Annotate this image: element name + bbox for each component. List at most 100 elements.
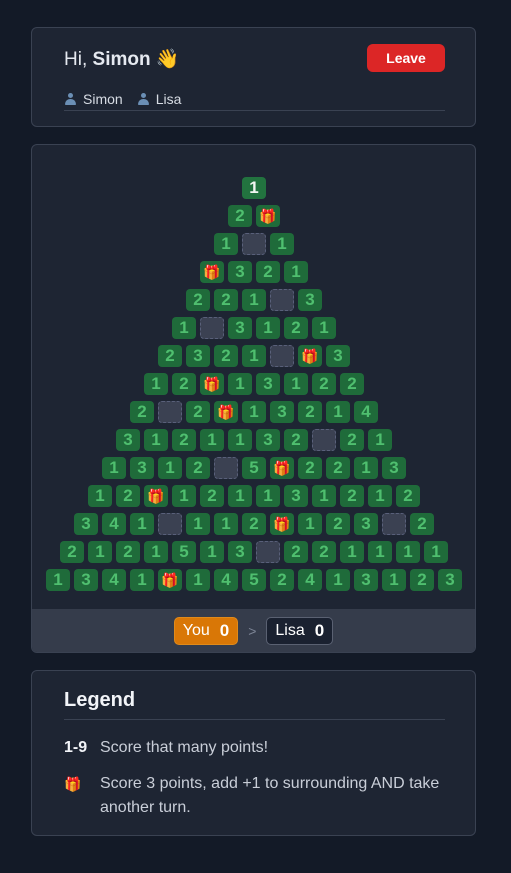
number-cell[interactable]: 2 [172,373,196,395]
number-cell[interactable]: 2 [326,513,350,535]
gift-cell[interactable]: 🎁 [270,513,294,535]
number-cell[interactable]: 1 [396,541,420,563]
number-cell[interactable]: 1 [158,457,182,479]
gift-cell[interactable]: 🎁 [214,401,238,423]
number-cell[interactable]: 1 [340,541,364,563]
gift-cell[interactable]: 🎁 [158,569,182,591]
number-cell[interactable]: 1 [228,429,252,451]
number-cell[interactable]: 3 [438,569,462,591]
number-cell[interactable]: 3 [270,401,294,423]
number-cell[interactable]: 1 [186,513,210,535]
number-cell[interactable]: 1 [200,429,224,451]
number-cell[interactable]: 2 [326,457,350,479]
number-cell[interactable]: 3 [256,429,280,451]
number-cell[interactable]: 4 [354,401,378,423]
number-cell[interactable]: 3 [74,569,98,591]
number-cell[interactable]: 3 [354,513,378,535]
number-cell[interactable]: 1 [214,233,238,255]
number-cell[interactable]: 2 [158,345,182,367]
number-cell[interactable]: 1 [270,233,294,255]
number-cell[interactable]: 1 [200,541,224,563]
number-cell[interactable]: 3 [284,485,308,507]
number-cell[interactable]: 2 [60,541,84,563]
number-cell[interactable]: 2 [214,345,238,367]
number-cell[interactable]: 1 [102,457,126,479]
number-cell[interactable]: 2 [172,429,196,451]
number-cell[interactable]: 3 [326,345,350,367]
leave-button[interactable]: Leave [367,44,445,72]
number-cell[interactable]: 4 [102,513,126,535]
number-cell[interactable]: 1 [256,485,280,507]
number-cell[interactable]: 2 [270,569,294,591]
number-cell[interactable]: 1 [172,485,196,507]
number-cell[interactable]: 1 [242,177,266,199]
number-cell[interactable]: 2 [312,541,336,563]
number-cell[interactable]: 2 [340,429,364,451]
number-cell[interactable]: 2 [130,401,154,423]
number-cell[interactable]: 2 [200,485,224,507]
number-cell[interactable]: 2 [340,485,364,507]
gift-cell[interactable]: 🎁 [270,457,294,479]
number-cell[interactable]: 1 [46,569,70,591]
number-cell[interactable]: 3 [116,429,140,451]
number-cell[interactable]: 1 [144,429,168,451]
number-cell[interactable]: 1 [368,485,392,507]
gift-cell[interactable]: 🎁 [200,373,224,395]
number-cell[interactable]: 2 [116,485,140,507]
number-cell[interactable]: 2 [298,401,322,423]
number-cell[interactable]: 1 [298,513,322,535]
number-cell[interactable]: 1 [368,429,392,451]
number-cell[interactable]: 2 [186,289,210,311]
number-cell[interactable]: 1 [284,373,308,395]
number-cell[interactable]: 1 [144,373,168,395]
gift-cell[interactable]: 🎁 [200,261,224,283]
number-cell[interactable]: 1 [326,569,350,591]
number-cell[interactable]: 2 [298,457,322,479]
number-cell[interactable]: 2 [186,401,210,423]
number-cell[interactable]: 3 [228,317,252,339]
number-cell[interactable]: 2 [242,513,266,535]
number-cell[interactable]: 2 [312,373,336,395]
number-cell[interactable]: 2 [410,513,434,535]
number-cell[interactable]: 1 [354,457,378,479]
number-cell[interactable]: 2 [116,541,140,563]
number-cell[interactable]: 2 [284,317,308,339]
number-cell[interactable]: 1 [312,317,336,339]
number-cell[interactable]: 5 [242,457,266,479]
number-cell[interactable]: 4 [102,569,126,591]
number-cell[interactable]: 1 [172,317,196,339]
gift-cell[interactable]: 🎁 [256,205,280,227]
gift-cell[interactable]: 🎁 [144,485,168,507]
number-cell[interactable]: 1 [186,569,210,591]
number-cell[interactable]: 1 [312,485,336,507]
number-cell[interactable]: 1 [382,569,406,591]
number-cell[interactable]: 1 [130,513,154,535]
number-cell[interactable]: 3 [256,373,280,395]
number-cell[interactable]: 3 [298,289,322,311]
number-cell[interactable]: 1 [228,485,252,507]
number-cell[interactable]: 1 [326,401,350,423]
number-cell[interactable]: 1 [214,513,238,535]
number-cell[interactable]: 2 [186,457,210,479]
number-cell[interactable]: 2 [214,289,238,311]
number-cell[interactable]: 1 [424,541,448,563]
number-cell[interactable]: 3 [186,345,210,367]
number-cell[interactable]: 5 [242,569,266,591]
number-cell[interactable]: 1 [88,485,112,507]
number-cell[interactable]: 1 [284,261,308,283]
number-cell[interactable]: 2 [410,569,434,591]
number-cell[interactable]: 2 [396,485,420,507]
number-cell[interactable]: 1 [144,541,168,563]
number-cell[interactable]: 5 [172,541,196,563]
number-cell[interactable]: 3 [74,513,98,535]
number-cell[interactable]: 1 [256,317,280,339]
number-cell[interactable]: 3 [228,261,252,283]
gift-cell[interactable]: 🎁 [298,345,322,367]
number-cell[interactable]: 3 [354,569,378,591]
number-cell[interactable]: 3 [130,457,154,479]
number-cell[interactable]: 2 [284,541,308,563]
number-cell[interactable]: 1 [368,541,392,563]
number-cell[interactable]: 2 [340,373,364,395]
number-cell[interactable]: 1 [130,569,154,591]
number-cell[interactable]: 1 [242,401,266,423]
